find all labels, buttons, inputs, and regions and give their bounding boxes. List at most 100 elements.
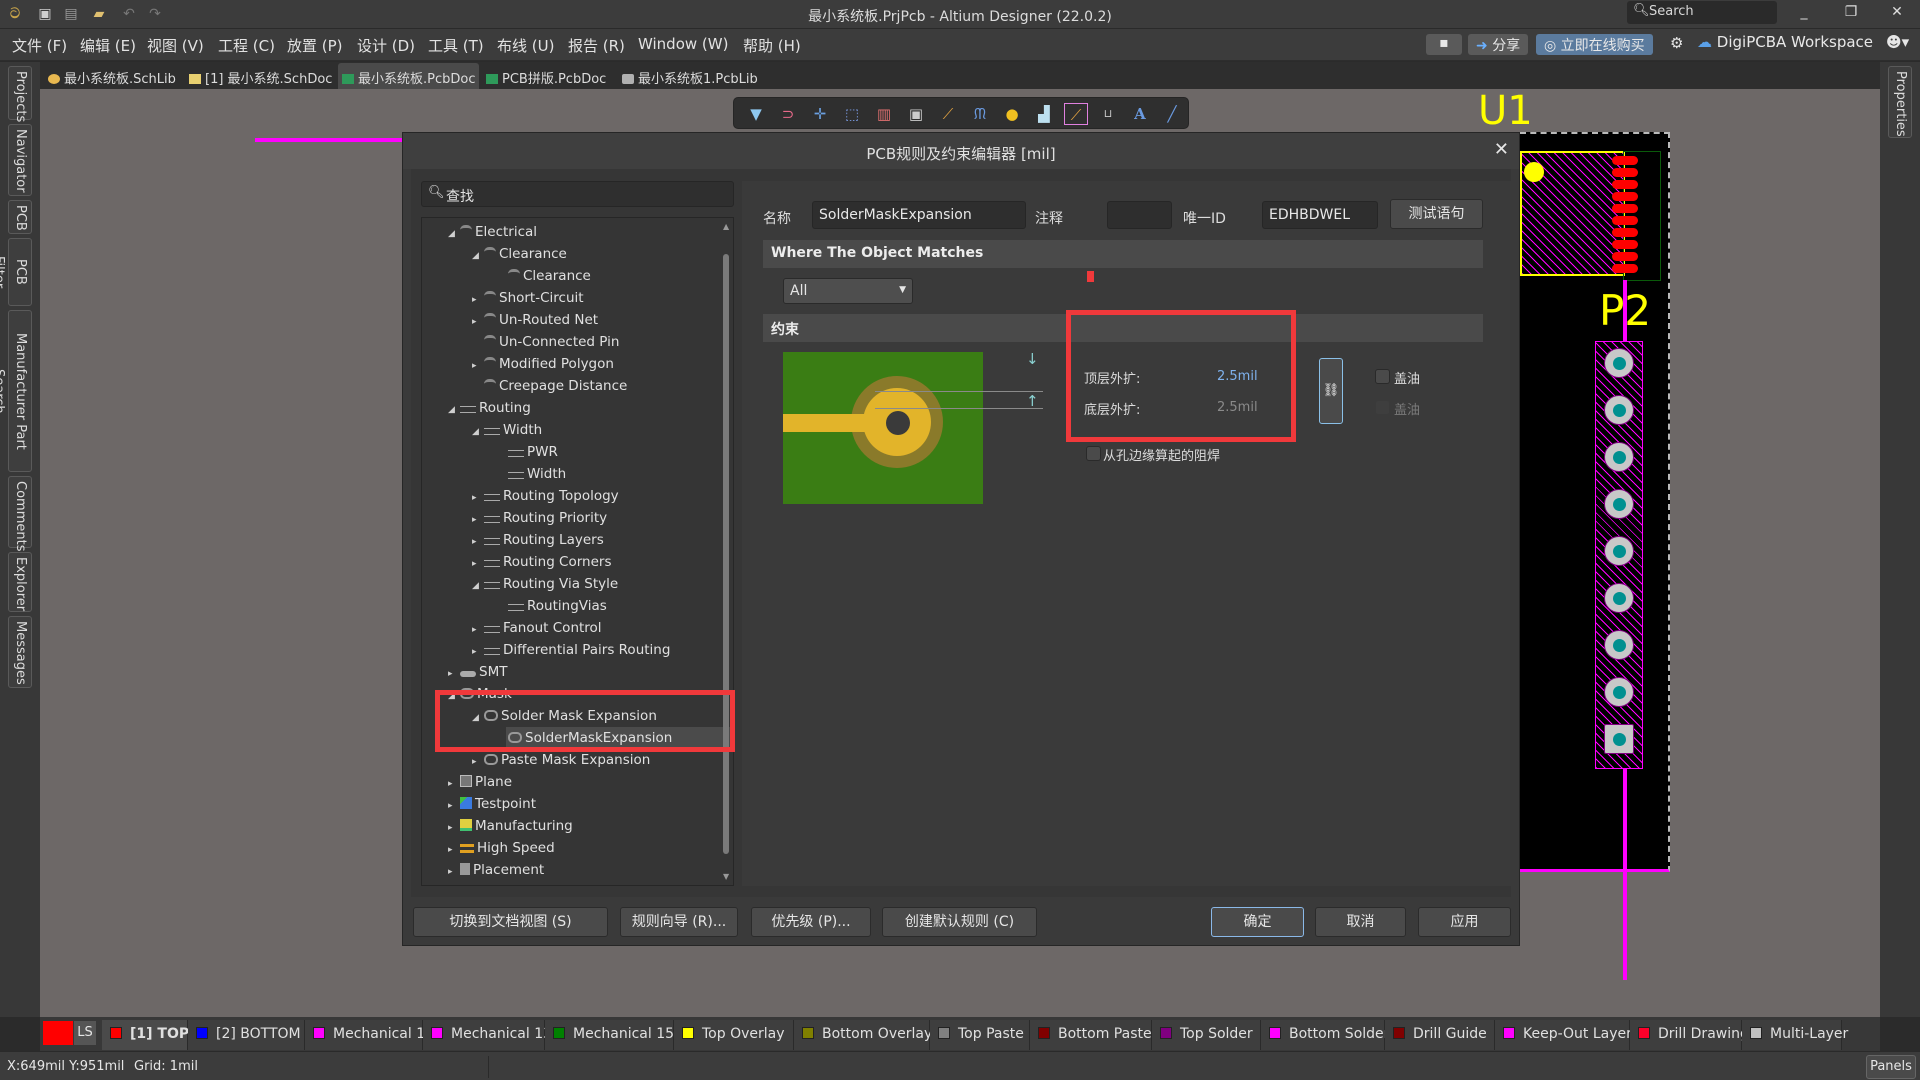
tree-node[interactable]: Width bbox=[496, 463, 566, 485]
scope-dropdown[interactable]: All ▼ bbox=[783, 278, 913, 304]
layer-tab[interactable]: [2] BOTTOM bbox=[188, 1020, 305, 1050]
ok-button[interactable]: 确定 bbox=[1211, 907, 1304, 937]
test-query-button[interactable]: 测试语句 bbox=[1390, 199, 1483, 229]
collapsed-arrow-icon[interactable]: ▸ bbox=[472, 531, 484, 553]
scroll-up-arrow[interactable]: ▲ bbox=[723, 222, 729, 231]
collapsed-arrow-icon[interactable]: ▸ bbox=[472, 355, 484, 377]
collapsed-arrow-icon[interactable]: ▸ bbox=[448, 861, 460, 883]
cancel-button[interactable]: 取消 bbox=[1315, 907, 1406, 937]
tree-node[interactable]: ▸ Placement bbox=[448, 859, 544, 881]
pcb-board[interactable]: P2 bbox=[1520, 132, 1670, 980]
panels-button[interactable]: Panels bbox=[1866, 1055, 1916, 1079]
layer-tab[interactable]: Bottom Overlay bbox=[794, 1020, 932, 1050]
rule-name-input[interactable]: SolderMaskExpansion bbox=[812, 201, 1026, 229]
collapsed-arrow-icon[interactable]: ▸ bbox=[472, 311, 484, 333]
layer-set-button[interactable]: LS bbox=[74, 1021, 96, 1045]
apply-button[interactable]: 应用 bbox=[1418, 907, 1511, 937]
tree-node[interactable]: ▸ Plane bbox=[448, 771, 512, 793]
menu-project[interactable]: 工程 (C) bbox=[218, 35, 275, 56]
rule-search-input[interactable]: 🔍︎ 查找 bbox=[421, 181, 734, 207]
line-icon[interactable]: ╱ bbox=[1160, 103, 1184, 125]
link-expansion-toggle[interactable]: ⛓ bbox=[1319, 358, 1343, 424]
tree-node[interactable]: ▸ Routing Topology bbox=[472, 485, 619, 507]
collapsed-arrow-icon[interactable]: ▸ bbox=[472, 619, 484, 641]
string-icon[interactable]: ⊔ bbox=[1096, 103, 1120, 125]
menu-design[interactable]: 设计 (D) bbox=[357, 35, 415, 56]
layer-tab[interactable]: Mechanical 15 bbox=[545, 1020, 674, 1050]
tree-node[interactable]: RoutingVias bbox=[496, 595, 607, 617]
panel-tab-pcb[interactable]: PCB bbox=[8, 200, 32, 234]
collapsed-arrow-icon[interactable]: ▸ bbox=[472, 509, 484, 531]
menu-tools[interactable]: 工具 (T) bbox=[428, 35, 484, 56]
layer-tab[interactable]: Bottom Solder bbox=[1261, 1020, 1389, 1050]
tree-node[interactable]: ▸ Modified Polygon bbox=[472, 353, 614, 375]
from-hole-edge-checkbox[interactable] bbox=[1086, 446, 1101, 461]
tab-schlib[interactable]: 最小系统板.SchLib bbox=[44, 63, 180, 89]
global-search-input[interactable]: 🔍︎ Search bbox=[1627, 1, 1777, 24]
tree-node[interactable]: ◢ Electrical bbox=[448, 221, 537, 243]
dialog-close-button[interactable]: ✕ bbox=[1494, 139, 1509, 160]
tree-node[interactable]: ▸ Signal Integrity bbox=[448, 881, 576, 885]
crosshair-icon[interactable]: ✛ bbox=[808, 103, 832, 125]
tab-pcblib[interactable]: 最小系统板1.PcbLib bbox=[618, 63, 762, 89]
menu-place[interactable]: 放置 (P) bbox=[287, 35, 343, 56]
collapsed-arrow-icon[interactable]: ▸ bbox=[448, 663, 460, 685]
tree-node[interactable]: ▸ Differential Pairs Routing bbox=[472, 639, 670, 661]
tab-pcbdoc[interactable]: 最小系统板.PcbDoc bbox=[338, 63, 480, 89]
layer-tab[interactable]: Drill Drawing bbox=[1630, 1020, 1749, 1050]
component-icon[interactable]: ▣ bbox=[904, 103, 928, 125]
collapsed-arrow-icon[interactable]: ▸ bbox=[472, 289, 484, 311]
tree-node[interactable]: PWR bbox=[496, 441, 558, 463]
panel-tab-properties[interactable]: Properties bbox=[1888, 66, 1912, 138]
menu-route[interactable]: 布线 (U) bbox=[497, 35, 554, 56]
collapsed-arrow-icon[interactable]: ▸ bbox=[448, 839, 460, 861]
collapsed-arrow-icon[interactable]: ▸ bbox=[472, 553, 484, 575]
collapsed-arrow-icon[interactable]: ▸ bbox=[472, 641, 484, 663]
layer-tab[interactable]: [1] TOP bbox=[102, 1020, 189, 1050]
panel-tab-projects[interactable]: Projects bbox=[8, 66, 32, 122]
tree-node[interactable]: ▸ SMT bbox=[448, 661, 507, 683]
current-layer-color[interactable] bbox=[43, 1021, 73, 1045]
polygon-icon[interactable]: ▟ bbox=[1032, 103, 1056, 125]
collapsed-arrow-icon[interactable]: ▸ bbox=[448, 773, 460, 795]
unique-id-input[interactable]: EDHBDWEL bbox=[1262, 201, 1378, 229]
tree-node[interactable]: ▸ Routing Priority bbox=[472, 507, 607, 529]
tree-node[interactable]: ▸ High Speed bbox=[448, 837, 555, 859]
top-tented-checkbox[interactable] bbox=[1375, 369, 1390, 384]
expanded-arrow-icon[interactable]: ◢ bbox=[448, 223, 460, 245]
layer-tab[interactable]: Top Overlay bbox=[674, 1020, 794, 1050]
tab-schdoc[interactable]: [1] 最小系统.SchDoc bbox=[185, 63, 336, 89]
interactive-route-icon[interactable]: ⊃ bbox=[776, 103, 800, 125]
layer-tab[interactable]: Mechanical 13 bbox=[423, 1020, 552, 1050]
tree-node[interactable]: ◢ Routing bbox=[448, 397, 531, 419]
scroll-down-arrow[interactable]: ▼ bbox=[723, 872, 729, 881]
user-account-icon[interactable]: ☻▾ bbox=[1886, 33, 1909, 51]
layer-tab[interactable]: Drill Guide bbox=[1385, 1020, 1495, 1050]
panel-tab-explorer[interactable]: Explorer bbox=[8, 552, 32, 612]
tree-node[interactable]: ◢ Routing Via Style bbox=[472, 573, 618, 595]
layer-tab[interactable]: Bottom Paste bbox=[1030, 1020, 1152, 1050]
menu-view[interactable]: 视图 (V) bbox=[147, 35, 204, 56]
panel-tab-navigator[interactable]: Navigator bbox=[8, 124, 32, 196]
length-tune-icon[interactable]: ᙏ bbox=[968, 103, 992, 125]
top-expansion-value[interactable]: 2.5mil bbox=[1217, 369, 1258, 384]
tree-node[interactable]: ◢ Width bbox=[472, 419, 542, 441]
dimension-icon[interactable]: ⟋ bbox=[1064, 103, 1088, 125]
menu-edit[interactable]: 编辑 (E) bbox=[80, 35, 136, 56]
select-rect-icon[interactable]: ⬚ bbox=[840, 103, 864, 125]
layer-tab[interactable]: Mechanical 1 bbox=[305, 1020, 425, 1050]
comment-input[interactable] bbox=[1107, 201, 1172, 229]
menu-file[interactable]: 文件 (F) bbox=[12, 35, 67, 56]
collapsed-arrow-icon[interactable]: ▸ bbox=[472, 751, 484, 773]
collapsed-arrow-icon[interactable]: ▸ bbox=[448, 817, 460, 839]
menu-window[interactable]: Window (W) bbox=[638, 35, 728, 53]
tree-node[interactable]: ▸ Fanout Control bbox=[472, 617, 602, 639]
collapsed-arrow-icon[interactable]: ▸ bbox=[448, 883, 460, 885]
tree-node[interactable]: ▸ Routing Corners bbox=[472, 551, 612, 573]
panel-tab-manufacturer-part-search[interactable]: Manufacturer Part Search bbox=[0, 310, 32, 472]
collapsed-arrow-icon[interactable]: ▸ bbox=[472, 487, 484, 509]
expanded-arrow-icon[interactable]: ◢ bbox=[472, 575, 484, 597]
layer-tab[interactable]: Keep-Out Layer bbox=[1495, 1020, 1632, 1050]
buy-online-button[interactable]: ◎ 立即在线购买 bbox=[1536, 34, 1653, 55]
tree-node[interactable]: ▸ Routing Layers bbox=[472, 529, 604, 551]
